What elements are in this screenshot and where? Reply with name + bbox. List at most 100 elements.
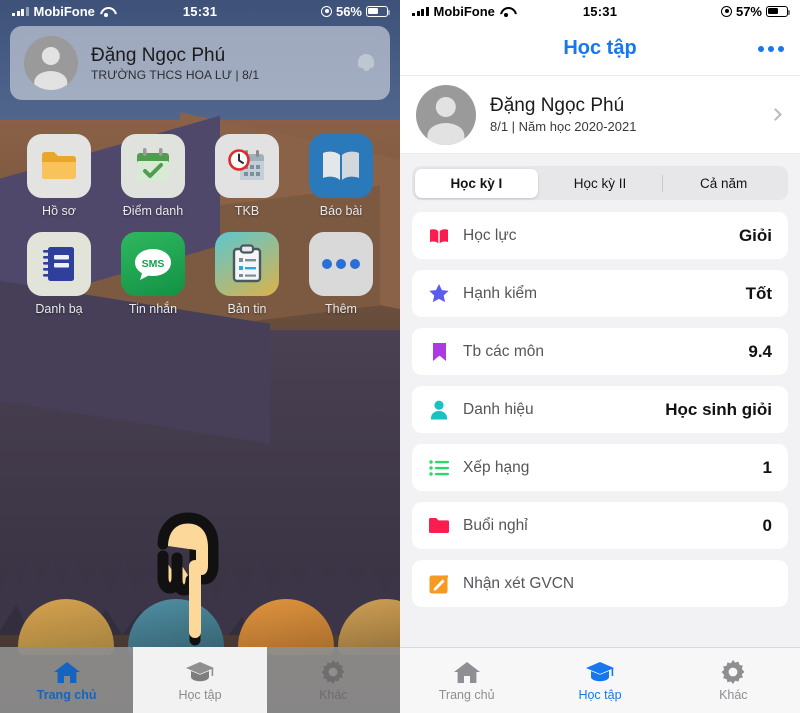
segment-hoc-ky-1[interactable]: Học kỳ I (414, 168, 539, 198)
wifi-icon (500, 6, 513, 17)
table-row[interactable]: Tb các môn 9.4 (412, 328, 788, 375)
bottom-tab-bar: Trang chủ Học tập Khác (0, 647, 400, 713)
tab-trang-chu[interactable]: Trang chủ (400, 648, 533, 713)
row-label: Xếp hạng (463, 458, 530, 476)
rotation-lock-icon (320, 5, 332, 17)
table-row[interactable]: Xếp hạng 1 (412, 444, 788, 491)
pointing-hand-cursor (157, 512, 219, 646)
list-icon (428, 457, 450, 479)
battery-icon (366, 5, 391, 17)
person-icon (428, 399, 450, 421)
app-tile-ban-tin[interactable]: Bản tin (200, 232, 294, 316)
table-row[interactable]: Buổi nghỉ 0 (412, 502, 788, 549)
row-value: 1 (762, 457, 772, 477)
gear-icon (718, 659, 748, 685)
chevron-right-icon (769, 108, 782, 121)
tab-label: Học tập (578, 688, 622, 702)
table-row[interactable]: Nhận xét GVCN (412, 560, 788, 607)
app-label: Báo bài (319, 204, 363, 218)
edit-note-icon (428, 573, 450, 595)
folder-icon (428, 515, 450, 537)
bookmark-icon (428, 341, 450, 363)
semester-segmented-control: Học kỳ I Học kỳ II Cả năm (412, 166, 788, 200)
row-label: Tb các môn (463, 342, 544, 360)
cellular-signal-icon (412, 6, 429, 16)
status-bar: MobiFone 15:31 56% (0, 0, 400, 22)
open-book-icon (309, 134, 373, 198)
tab-khac[interactable]: Khác (267, 647, 400, 713)
segment-label: Cả năm (700, 175, 748, 191)
open-book-icon (428, 225, 450, 247)
app-tile-bao-bai[interactable]: Báo bài (294, 134, 388, 218)
tab-label: Học tập (178, 687, 222, 702)
rotation-lock-icon (720, 5, 732, 17)
carrier-name: MobiFone (33, 3, 95, 19)
app-tile-danh-ba[interactable]: Danh bạ (12, 232, 106, 316)
app-tile-them[interactable]: Thêm (294, 232, 388, 316)
segment-label: Học kỳ II (573, 175, 627, 191)
row-value: Giỏi (738, 225, 772, 245)
table-row[interactable]: Học lực Giỏi (412, 212, 788, 259)
status-bar-clock: 15:31 (182, 3, 218, 19)
profile-row[interactable]: Đặng Ngọc Phú 8/1 | Năm học 2020-2021 (400, 76, 800, 154)
avatar (24, 36, 78, 90)
right-phone-hoc-tap-screen: MobiFone 15:31 57% Học tập Đặng Ngọc Phú… (400, 0, 800, 713)
row-value: Học sinh giỏi (665, 399, 772, 419)
tab-hoc-tap[interactable]: Học tập (533, 648, 666, 713)
row-label: Danh hiệu (463, 400, 534, 418)
app-tile-ho-so[interactable]: Hồ sơ (12, 134, 106, 218)
row-value: 0 (762, 515, 772, 535)
app-grid: Hồ sơ Điểm danh TKB Báo bài Danh bạ SMS … (0, 134, 400, 316)
wifi-icon (100, 6, 113, 17)
bell-icon[interactable] (356, 51, 376, 75)
tab-label: Khác (319, 687, 348, 702)
tab-hoc-tap[interactable]: Học tập (133, 647, 267, 713)
app-label: Thêm (325, 302, 357, 316)
app-tile-tkb[interactable]: TKB (200, 134, 294, 218)
row-label: Nhận xét GVCN (463, 574, 575, 592)
tab-label: Khác (719, 688, 748, 702)
calendar-check-icon (121, 134, 185, 198)
clock-calendar-icon (215, 134, 279, 198)
row-label: Hạnh kiểm (463, 284, 538, 302)
battery-percent: 56% (335, 3, 362, 19)
dual-screenshot: MobiFone 15:31 56% Đặng Ngọc Phú TRƯỜNG … (0, 0, 800, 713)
home-icon (452, 659, 482, 685)
sms-bubble-icon: SMS (121, 232, 185, 296)
segment-hoc-ky-2[interactable]: Học kỳ II (538, 169, 662, 198)
app-tile-diem-danh[interactable]: Điểm danh (106, 134, 200, 218)
avatar (416, 84, 476, 145)
tab-trang-chu[interactable]: Trang chủ (0, 647, 133, 713)
home-profile-card[interactable]: Đặng Ngọc Phú TRƯỜNG THCS HOA LƯ | 8/1 (10, 26, 390, 100)
nav-bar: Học tập (400, 22, 800, 76)
app-label: TKB (234, 204, 260, 218)
student-class-year: 8/1 | Năm học 2020-2021 (490, 119, 637, 134)
folder-icon (27, 134, 91, 198)
tab-label: Trang chủ (36, 687, 97, 702)
graduation-cap-icon (185, 659, 215, 685)
segment-label: Học kỳ I (450, 175, 503, 191)
student-school-class: TRƯỜNG THCS HOA LƯ | 8/1 (91, 68, 260, 83)
graduation-cap-icon (585, 659, 615, 685)
gear-icon (318, 659, 348, 685)
status-bar-clock: 15:31 (582, 3, 618, 19)
student-name: Đặng Ngọc Phú (490, 95, 625, 116)
tab-khac[interactable]: Khác (667, 648, 800, 713)
app-label: Danh bạ (35, 302, 83, 316)
table-row[interactable]: Danh hiệu Học sinh giỏi (412, 386, 788, 433)
ellipsis-icon (309, 232, 373, 296)
student-name: Đặng Ngọc Phú (91, 44, 226, 66)
table-row[interactable]: Hạnh kiểm Tốt (412, 270, 788, 317)
page-title: Học tập (563, 37, 637, 59)
app-label: Hồ sơ (42, 204, 76, 218)
segment-ca-nam[interactable]: Cả năm (661, 169, 786, 198)
row-value: 9.4 (748, 341, 772, 361)
bottom-tab-bar: Trang chủ Học tập Khác (400, 647, 800, 713)
home-icon (52, 659, 82, 685)
battery-icon (766, 5, 791, 17)
ellipsis-icon[interactable] (758, 45, 784, 52)
content-scroll-area[interactable]: Học kỳ I Học kỳ II Cả năm Học lực Giỏi H… (400, 154, 800, 647)
app-tile-tin-nhan[interactable]: SMS Tin nhắn (106, 232, 200, 316)
star-icon (428, 283, 450, 305)
battery-percent: 57% (735, 3, 762, 19)
